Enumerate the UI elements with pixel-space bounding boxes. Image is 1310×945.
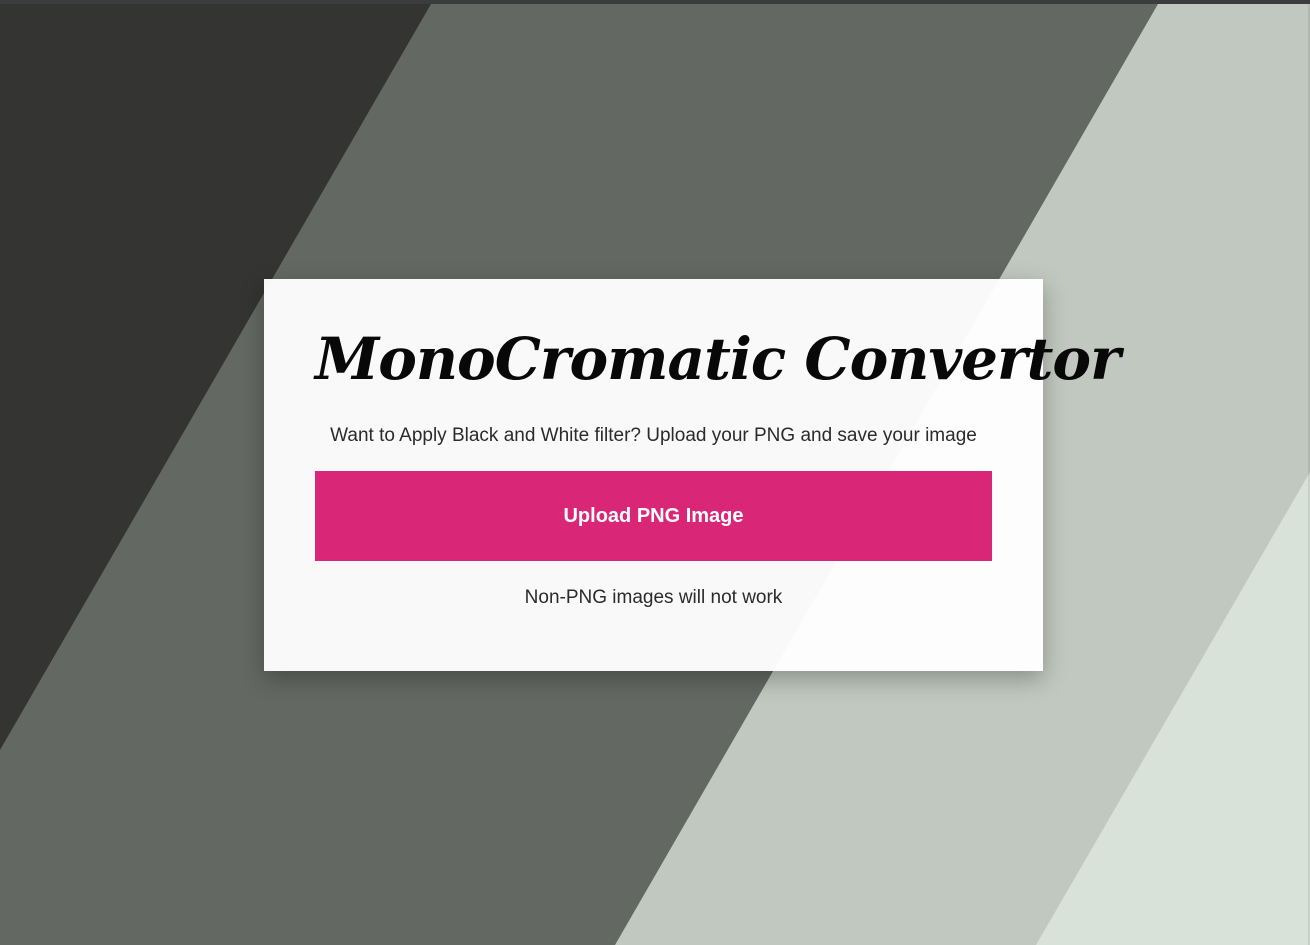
converter-card: MonoCromatic Convertor Want to Apply Bla… bbox=[264, 279, 1121, 671]
page: MonoCromatic Convertor Want to Apply Bla… bbox=[0, 0, 1310, 945]
format-note: Non-PNG images will not work bbox=[524, 587, 783, 608]
page-title: MonoCromatic Convertor bbox=[315, 325, 1121, 393]
description-text: Want to Apply Black and White filter? Up… bbox=[330, 425, 977, 446]
upload-png-button[interactable]: Upload PNG Image bbox=[315, 471, 992, 561]
